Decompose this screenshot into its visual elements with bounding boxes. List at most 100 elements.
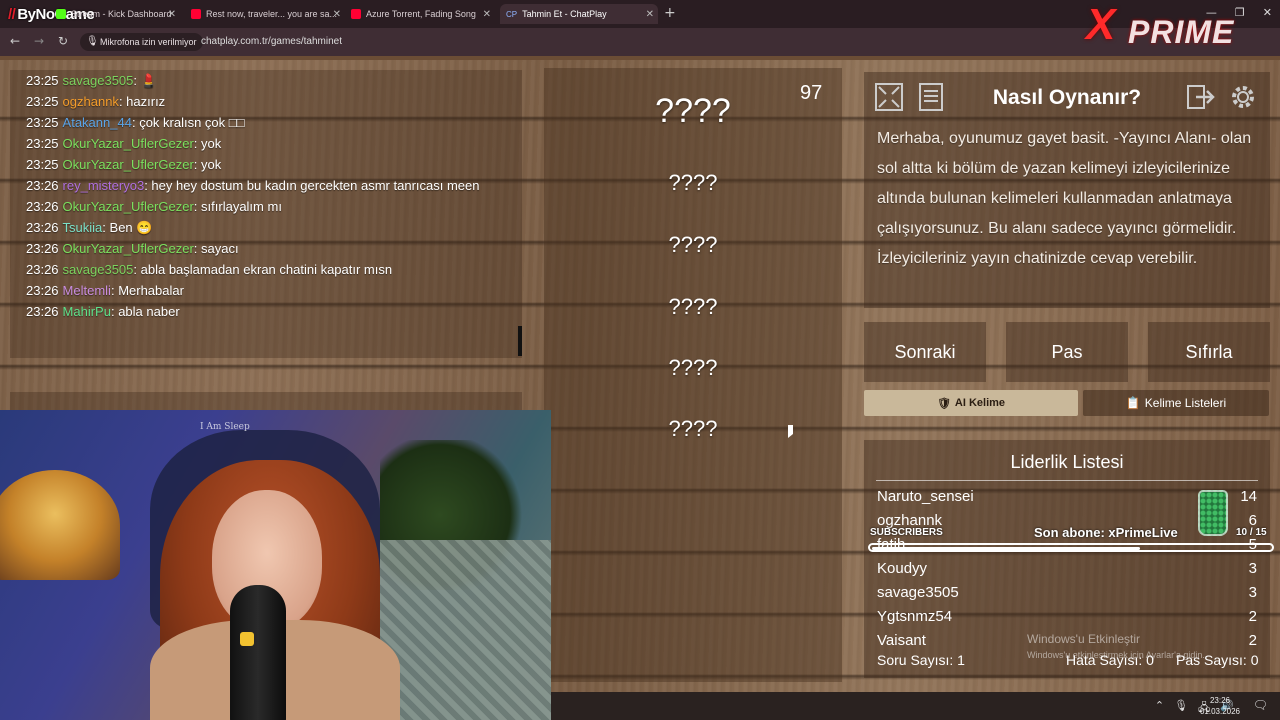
chat-username[interactable]: Meltemli [63,283,111,298]
tab-label: Rest now, traveler... you are sa... [206,9,338,19]
chatplay-icon: CP [506,9,518,19]
back-icon[interactable]: ← [10,34,20,48]
question-count: Soru Sayısı: 1 [877,652,965,668]
webcam-feed: I Am Sleep [0,410,551,720]
address-bar: ← → ↻ 🎙 Mikrofona izin verilmiyor chatpl… [0,28,1280,56]
forward-icon[interactable]: → [34,34,44,48]
leaderboard-name: savage3505 [877,584,959,601]
activation-subtitle: Windows'u etkinleştirmek için Ayarlar'a … [1027,650,1205,660]
pass-button[interactable]: Pas [1006,322,1128,382]
chat-timestamp: 23:25 [26,115,59,130]
chat-username[interactable]: OkurYazar_UflerGezer [63,136,194,151]
chat-username[interactable]: savage3505 [63,73,134,88]
leaderboard-row: savage3505 3 [877,584,1257,601]
chat-timestamp: 23:25 [26,136,59,151]
chat-username[interactable]: MahirPu [63,304,111,319]
chat-text: abla başlamadan ekran chatini kapatır mı… [140,262,393,277]
browser-tab-bar: //ByNoGame Stream - Kick Dashboard ✕ Res… [0,0,1280,28]
chat-username[interactable]: ogzhannk [63,94,119,109]
chat-timestamp: 23:26 [26,304,59,319]
tab-chatplay[interactable]: CP Tahmin Et - ChatPlay ✕ [500,4,658,24]
word-panel: 97 ???? ???? ???? ???? ???? ???? [544,68,842,682]
leaderboard-score: 14 [1240,488,1257,505]
maximize-icon[interactable]: ❐ [1235,6,1245,19]
kick-icon [56,9,66,19]
tab-youtube-1[interactable]: Rest now, traveler... you are sa... ✕ [185,4,345,24]
chat-text: abla naber [118,304,180,319]
tab-kick-dashboard[interactable]: Stream - Kick Dashboard ✕ [50,4,180,24]
howto-description: Merhaba, oyunumuz gayet basit. -Yayıncı … [877,130,1252,267]
notification-icon[interactable]: 🗨 [1253,698,1268,712]
chat-username[interactable]: Atakann_44 [63,115,132,130]
leaderboard-score: 3 [1248,584,1257,601]
mic-permission-chip[interactable]: 🎙 Mikrofona izin verilmiyor [80,33,203,51]
chat-text: Ben 😁 [109,220,153,235]
close-icon[interactable]: ✕ [646,9,654,20]
leaderboard-score: 2 [1248,608,1257,625]
close-window-icon[interactable]: ✕ [1263,6,1272,19]
chat-username[interactable]: OkurYazar_UflerGezer [63,241,194,256]
chat-timestamp: 23:26 [26,220,59,235]
window-controls: — ❐ ✕ [1206,6,1272,19]
chat-separator: : [193,136,202,151]
new-tab-button[interactable]: + [664,5,676,21]
chat-message: 23:25 OkurYazar_UflerGezer: yok [10,154,522,175]
chat-username[interactable]: rey_misteryo3 [63,178,145,193]
chat-message: 23:26 savage3505: abla başlamadan ekran c… [10,259,522,280]
reload-icon[interactable]: ↻ [58,34,68,48]
tab-youtube-2[interactable]: Azure Torrent, Fading Song ✕ [345,4,495,24]
chat-text: çok kralısn çok □□ [139,115,245,130]
chat-message: 23:26 rey_misteryo3: hey hey dostum bu ka… [10,175,522,196]
chat-scrollbar[interactable] [518,326,522,356]
leaderboard-row: Naruto_sensei 14 [877,488,1257,505]
chat-timestamp: 23:25 [26,73,59,88]
ai-word-button[interactable]: 🛡 AI Kelime [864,390,1078,416]
next-button[interactable]: Sonraki [864,322,986,382]
chat-timestamp: 23:25 [26,94,59,109]
chat-separator: : [133,73,141,88]
close-icon[interactable]: ✕ [168,9,176,20]
chat-text: Merhabalar [118,283,184,298]
chat-separator: : [193,199,202,214]
forbidden-word: ???? [668,355,718,380]
chat-text: 💄 [140,73,157,88]
chat-username[interactable]: Tsukiia [63,220,103,235]
chat-text: yok [201,157,222,172]
leaderboard-score: 5 [1248,536,1257,553]
mouse-cursor [788,425,793,438]
chat-separator: : [102,220,110,235]
url-field[interactable]: chatplay.com.tr/games/tahminet [201,36,342,47]
leaderboard-score: 3 [1248,560,1257,577]
howto-panel: Nasıl Oynanır? Merhaba, oyunumuz gayet b… [864,72,1270,308]
mic-permission-label: Mikrofona izin verilmiyor [100,37,197,47]
chat-timestamp: 23:26 [26,199,59,214]
leaderboard-name: Vaisant [877,632,926,649]
chevron-up-icon[interactable]: ⌃ [1155,699,1164,718]
mic-off-icon: 🎙 [86,36,99,47]
wall-sign: I Am Sleep [200,422,250,432]
chat-username[interactable]: savage3505 [63,262,134,277]
tab-label: Tahmin Et - ChatPlay [522,9,607,19]
mic-icon[interactable]: 🎙 [1174,699,1188,718]
close-icon[interactable]: ✕ [333,9,341,20]
chat-separator: : [193,157,202,172]
minimize-icon[interactable]: — [1206,6,1217,19]
chat-username[interactable]: OkurYazar_UflerGezer [63,157,194,172]
youtube-icon [351,9,361,19]
leaderboard-name: Koudyy [877,560,928,577]
chat-message: 23:26 MahirPu: abla naber [10,301,522,322]
reset-button[interactable]: Sıfırla [1148,322,1270,382]
word-lists-label: Kelime Listeleri [1144,396,1227,410]
leaderboard-row: Ygtsnmz54 2 [877,608,1257,625]
chat-message: 23:26 Meltemli: Merhabalar [10,280,522,301]
forbidden-word: ???? [668,416,718,441]
exit-icon[interactable] [1184,80,1218,114]
taskbar-clock[interactable]: 23:26 01.03.2026 [1200,695,1240,717]
word-lists-button[interactable]: 📋 Kelime Listeleri [1083,390,1269,416]
chat-message: 23:25 Atakann_44: çok kralısn çok □□ [10,112,522,133]
gear-icon[interactable] [1226,80,1260,114]
leaderboard-score: 2 [1248,632,1257,649]
chat-username[interactable]: OkurYazar_UflerGezer [63,199,194,214]
robot-icon: 🛡 [936,397,951,410]
close-icon[interactable]: ✕ [483,9,491,20]
